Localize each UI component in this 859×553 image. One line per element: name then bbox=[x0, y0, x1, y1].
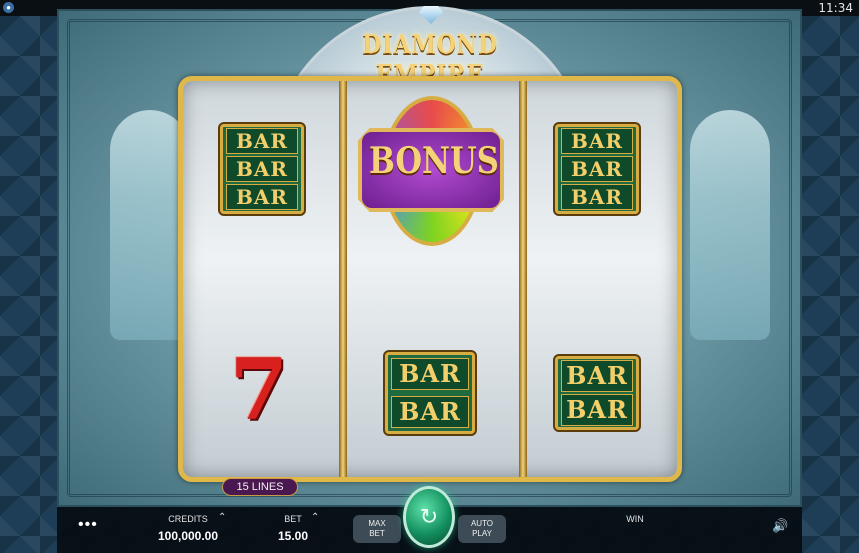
auto-play-label: AUTO bbox=[470, 519, 494, 528]
bar-label: BAR bbox=[561, 360, 633, 392]
lines-badge: 15 LINES bbox=[222, 478, 298, 496]
sound-icon[interactable]: 🔊 bbox=[772, 518, 788, 534]
bar-label: BAR bbox=[226, 156, 298, 182]
credits-up-icon[interactable]: ⌃ bbox=[218, 512, 226, 523]
credits-label: CREDITS bbox=[168, 514, 208, 524]
bar-label: BAR bbox=[391, 396, 469, 428]
bet-up-icon[interactable]: ⌃ bbox=[311, 512, 319, 523]
seven-symbol: 7 bbox=[229, 340, 289, 439]
triple-bar-symbol: BAR BAR BAR bbox=[220, 124, 304, 214]
reel-divider bbox=[519, 81, 527, 477]
statue-right bbox=[690, 110, 770, 340]
bar-label: BAR bbox=[561, 184, 633, 210]
auto-play-label: PLAY bbox=[472, 529, 492, 538]
auto-play-button[interactable]: AUTO PLAY bbox=[458, 515, 506, 543]
max-bet-label: BET bbox=[369, 529, 385, 538]
max-bet-button[interactable]: MAX BET bbox=[353, 515, 401, 543]
max-bet-label: MAX bbox=[368, 519, 386, 528]
triple-bar-symbol: BAR BAR BAR bbox=[555, 124, 639, 214]
bar-label: BAR bbox=[226, 184, 298, 210]
menu-button[interactable]: ••• bbox=[78, 516, 98, 534]
spin-button[interactable]: ↻ bbox=[403, 486, 455, 548]
double-bar-symbol: BAR BAR bbox=[385, 352, 475, 434]
bonus-label: BONUS bbox=[368, 140, 499, 182]
bar-label: BAR bbox=[391, 358, 469, 390]
reel-divider bbox=[339, 81, 347, 477]
spin-icon: ↻ bbox=[419, 504, 439, 529]
app-icon: ● bbox=[3, 2, 14, 13]
clock: 11:34 bbox=[818, 1, 853, 15]
bar-label: BAR bbox=[226, 128, 298, 154]
win-label: WIN bbox=[626, 514, 644, 524]
credits-value: 100,000.00 bbox=[157, 529, 219, 543]
bet-value: 15.00 bbox=[277, 529, 309, 543]
bar-label: BAR bbox=[561, 394, 633, 426]
bet-label: BET bbox=[284, 514, 302, 524]
double-bar-symbol: BAR BAR bbox=[555, 356, 639, 430]
bar-label: BAR bbox=[561, 128, 633, 154]
bar-label: BAR bbox=[561, 156, 633, 182]
